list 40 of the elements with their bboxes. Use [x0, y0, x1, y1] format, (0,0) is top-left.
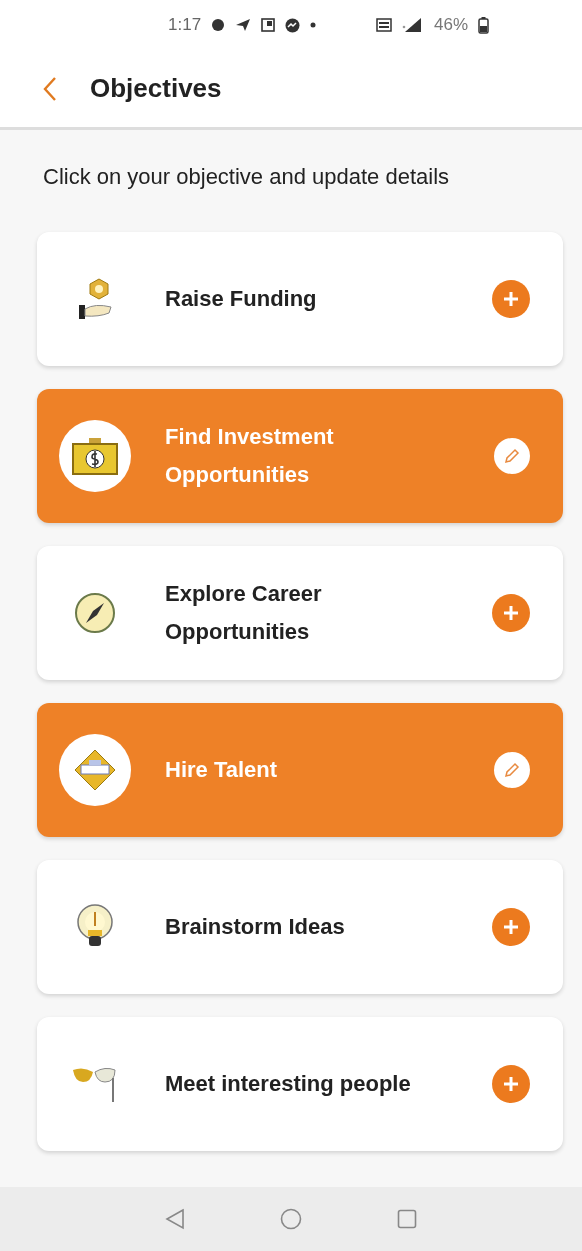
plus-icon	[502, 1075, 520, 1093]
plus-icon	[502, 918, 520, 936]
news-icon	[261, 18, 276, 32]
objective-card[interactable]: Explore Career Opportunities	[37, 546, 563, 680]
objective-label: Hire Talent	[165, 756, 279, 784]
page-title: Objectives	[90, 73, 222, 104]
recents-nav-icon[interactable]	[397, 1209, 417, 1229]
objective-label: Find Investment Opportunities	[165, 423, 335, 489]
home-nav-icon[interactable]	[280, 1208, 302, 1230]
signal-icon	[402, 17, 423, 33]
objective-card[interactable]: Raise Funding	[37, 232, 563, 366]
instruction-text: Click on your objective and update details	[43, 163, 451, 191]
add-button[interactable]	[492, 280, 530, 318]
diamond-sign-icon	[73, 748, 117, 792]
objective-card[interactable]: Brainstorm Ideas	[37, 860, 563, 994]
dot-icon	[310, 22, 317, 28]
edit-button[interactable]	[494, 438, 530, 474]
edit-button[interactable]	[494, 752, 530, 788]
plus-icon	[502, 290, 520, 308]
compass-icon	[74, 592, 116, 634]
back-nav-icon[interactable]	[165, 1208, 185, 1230]
objective-card[interactable]: Meet interesting people	[37, 1017, 563, 1151]
status-time: 1:17	[168, 15, 202, 35]
pencil-icon	[503, 761, 521, 779]
send-icon	[235, 18, 252, 32]
messenger-icon	[285, 17, 301, 33]
battery-percent: 46%	[434, 15, 469, 35]
volte-icon	[376, 18, 393, 32]
pencil-icon	[503, 447, 521, 465]
money-stack-icon	[71, 436, 119, 476]
add-button[interactable]	[492, 1065, 530, 1103]
objective-label: Meet interesting people	[165, 1070, 412, 1098]
chevron-left-icon	[42, 75, 58, 102]
objective-label: Raise Funding	[165, 285, 318, 313]
plus-icon	[502, 604, 520, 622]
add-button[interactable]	[492, 594, 530, 632]
battery-icon	[478, 16, 490, 34]
objective-label: Explore Career Opportunities	[165, 580, 323, 646]
add-button[interactable]	[492, 908, 530, 946]
objective-label: Brainstorm Ideas	[165, 913, 346, 941]
